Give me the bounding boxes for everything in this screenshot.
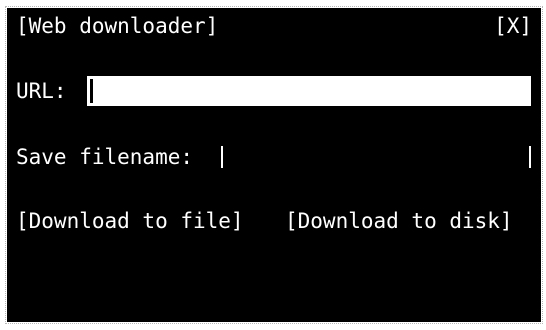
window-title: [Web downloader] xyxy=(16,14,219,38)
web-downloader-window: [Web downloader] [X] URL: Save filename:… xyxy=(5,6,543,324)
input-left-delimiter xyxy=(221,146,223,168)
download-to-disk-button[interactable]: [Download to disk] xyxy=(285,208,513,234)
text-cursor xyxy=(90,79,93,103)
download-to-file-button[interactable]: [Download to file] xyxy=(16,208,244,234)
url-input[interactable] xyxy=(87,76,531,106)
input-right-delimiter xyxy=(529,146,531,168)
close-button[interactable]: [X] xyxy=(494,13,532,39)
save-filename-input[interactable] xyxy=(221,142,531,172)
save-filename-label: Save filename: xyxy=(16,145,194,169)
url-label: URL: xyxy=(16,79,67,103)
